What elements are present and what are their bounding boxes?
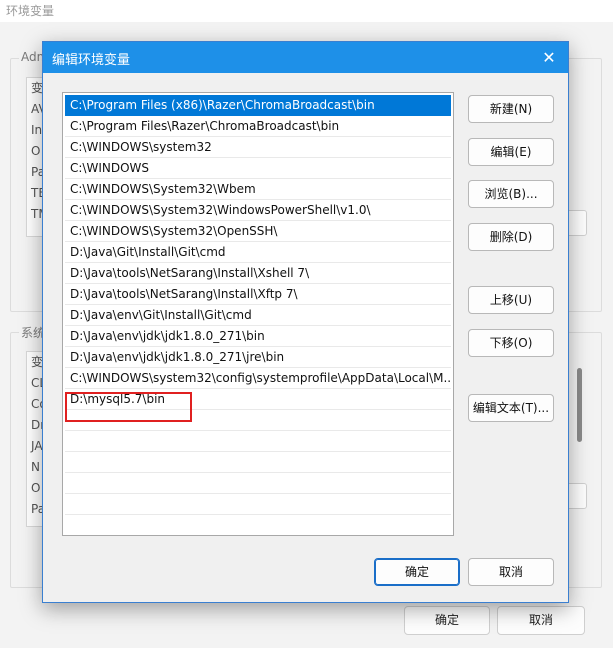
- dialog-title: 编辑环境变量: [52, 53, 131, 68]
- move-up-button[interactable]: 上移(U): [468, 286, 554, 314]
- bg-cancel-button[interactable]: 取消: [497, 606, 585, 635]
- bg-ok-button[interactable]: 确定: [404, 606, 490, 635]
- bg-window-title: 环境变量: [6, 4, 55, 18]
- path-list-item[interactable]: D:\Java\tools\NetSarang\Install\Xftp 7\: [65, 284, 451, 305]
- delete-button[interactable]: 删除(D): [468, 223, 554, 251]
- new-button[interactable]: 新建(N): [468, 95, 554, 123]
- empty-list-row[interactable]: [65, 452, 451, 473]
- path-list[interactable]: C:\Program Files (x86)\Razer\ChromaBroad…: [62, 92, 454, 536]
- edit-button[interactable]: 编辑(E): [468, 138, 554, 166]
- path-list-item[interactable]: C:\WINDOWS: [65, 158, 451, 179]
- cancel-button[interactable]: 取消: [468, 558, 554, 586]
- path-list-item[interactable]: C:\WINDOWS\System32\OpenSSH\: [65, 221, 451, 242]
- path-list-item[interactable]: D:\mysql5.7\bin: [65, 389, 451, 410]
- bg-scrollbar-thumb[interactable]: [577, 368, 582, 442]
- empty-list-row[interactable]: [65, 494, 451, 515]
- path-list-item[interactable]: C:\WINDOWS\System32\Wbem: [65, 179, 451, 200]
- path-list-item[interactable]: C:\Program Files\Razer\ChromaBroadcast\b…: [65, 116, 451, 137]
- path-list-item[interactable]: C:\Program Files (x86)\Razer\ChromaBroad…: [65, 95, 451, 116]
- bg-title-bar: 环境变量: [0, 0, 613, 22]
- empty-list-row[interactable]: [65, 515, 451, 535]
- ok-button[interactable]: 确定: [374, 558, 460, 586]
- edit-text-button[interactable]: 编辑文本(T)...: [468, 394, 554, 422]
- path-list-item[interactable]: D:\Java\env\jdk\jdk1.8.0_271\jre\bin: [65, 347, 451, 368]
- close-icon[interactable]: ✕: [530, 42, 568, 73]
- empty-list-row[interactable]: [65, 410, 451, 431]
- edit-env-variable-dialog: 编辑环境变量 ✕ C:\Program Files (x86)\Razer\Ch…: [42, 41, 569, 603]
- path-list-item[interactable]: D:\Java\tools\NetSarang\Install\Xshell 7…: [65, 263, 451, 284]
- move-down-button[interactable]: 下移(O): [468, 329, 554, 357]
- browse-button[interactable]: 浏览(B)...: [468, 180, 554, 208]
- empty-list-row[interactable]: [65, 473, 451, 494]
- path-list-item[interactable]: D:\Java\env\Git\Install\Git\cmd: [65, 305, 451, 326]
- path-list-item[interactable]: D:\Java\env\jdk\jdk1.8.0_271\bin: [65, 326, 451, 347]
- path-list-item[interactable]: C:\WINDOWS\System32\WindowsPowerShell\v1…: [65, 200, 451, 221]
- path-list-item[interactable]: D:\Java\Git\Install\Git\cmd: [65, 242, 451, 263]
- empty-list-row[interactable]: [65, 431, 451, 452]
- path-list-item[interactable]: C:\WINDOWS\system32: [65, 137, 451, 158]
- dialog-title-bar[interactable]: 编辑环境变量 ✕: [43, 42, 568, 73]
- path-list-item[interactable]: C:\WINDOWS\system32\config\systemprofile…: [65, 368, 451, 389]
